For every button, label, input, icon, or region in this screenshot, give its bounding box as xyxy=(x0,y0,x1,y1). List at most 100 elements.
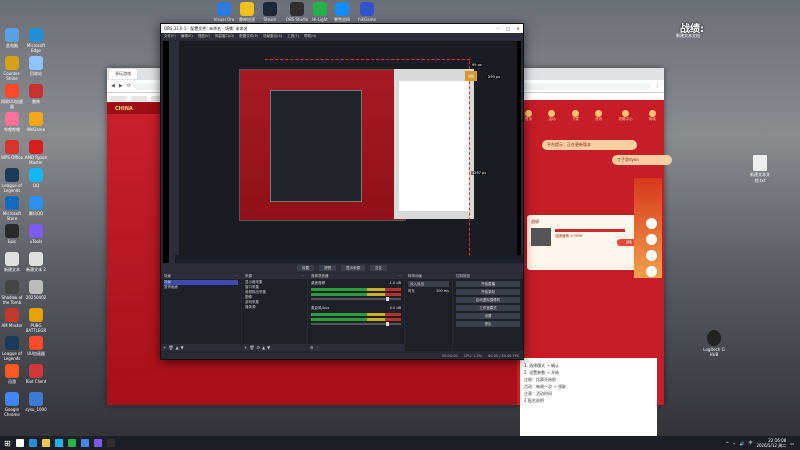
obs-menu-item[interactable]: 工具(T) xyxy=(287,34,299,39)
tool-button[interactable] xyxy=(646,266,657,277)
desktop-icon[interactable]: Shadow of the Tomb xyxy=(0,280,24,305)
notice-pill[interactable]: 平台提示：正在更新版本 xyxy=(542,140,637,150)
scene-item[interactable]: 暂停画面 xyxy=(164,285,238,290)
reload-icon[interactable]: ⟳ xyxy=(127,83,131,89)
down-icon[interactable]: ▼ xyxy=(181,345,184,350)
obs-mode-button[interactable]: 设置 xyxy=(297,265,314,271)
desktop-icon[interactable]: 暴雪战网 xyxy=(330,2,354,22)
control-button[interactable]: 开始直播 xyxy=(456,281,520,287)
network-icon[interactable]: ⌁ xyxy=(733,441,735,446)
taskbar-app-icon[interactable] xyxy=(15,439,24,447)
maximize-icon[interactable]: □ xyxy=(503,26,513,31)
taskbar-app-icon[interactable] xyxy=(80,439,89,447)
desktop-icon[interactable]: 网易UU加速器 xyxy=(0,84,24,109)
remove-icon[interactable]: 🗑 xyxy=(168,345,173,350)
obs-titlebar[interactable]: OBS 31.0.1 - 配置文件: 未命名 - 场景: 未命名 – □ ✕ xyxy=(161,24,523,33)
back-icon[interactable]: ◀ xyxy=(111,83,115,89)
desktop-icon[interactable]: 新建文本 xyxy=(0,252,24,272)
down-icon[interactable]: ▼ xyxy=(267,345,270,350)
obs-menu-item[interactable]: 视图(V) xyxy=(198,34,210,39)
obs-preview[interactable]: 战绩 99 px 299 px 1267 px xyxy=(163,41,523,263)
obs-mode-button[interactable]: 滤镜 xyxy=(319,265,336,271)
desktop-icon[interactable]: Microsoft Store xyxy=(0,196,24,221)
desktop-icon[interactable]: 雷神加速 xyxy=(235,2,259,22)
add-icon[interactable]: + xyxy=(163,345,166,350)
obs-menu-item[interactable]: 文件(F) xyxy=(164,34,176,39)
site-nav-item[interactable]: 下载 xyxy=(572,110,579,124)
windows-start-icon[interactable]: ⊞ xyxy=(4,439,11,448)
control-button[interactable]: 工作室模式 xyxy=(456,305,520,311)
desktop-icon[interactable]: Microsoft Edge xyxy=(24,28,48,53)
desktop-icon[interactable]: Google Chrome xyxy=(0,392,24,417)
user-pill[interactable]: 丁子里dyon xyxy=(612,155,672,165)
desktop-icon[interactable]: OBS Studio xyxy=(285,2,309,22)
clock[interactable]: 22:16:08 2026/5/12 周二 xyxy=(756,438,786,448)
desktop-icon[interactable]: uTools xyxy=(24,224,48,244)
desktop-icon[interactable]: QQ xyxy=(24,168,48,188)
desktop-icon[interactable]: 迅游 xyxy=(0,364,24,384)
desktop-icon[interactable]: Hi-Light xyxy=(308,2,332,22)
site-nav-item[interactable]: 资讯 xyxy=(595,110,602,124)
obs-menu-item[interactable]: 编辑(E) xyxy=(181,34,193,39)
remove-icon[interactable]: 🗑 xyxy=(249,345,254,350)
obs-window[interactable]: OBS 31.0.1 - 配置文件: 未命名 - 场景: 未命名 – □ ✕ 文… xyxy=(160,23,524,360)
desktop-icon[interactable]: sysu_1000 xyxy=(24,392,48,412)
desktop-icon[interactable]: 此电脑 xyxy=(0,28,24,48)
site-nav-item[interactable]: 首页 xyxy=(525,110,532,124)
notification-icon[interactable]: ▭ xyxy=(790,441,794,446)
bookmark-item[interactable] xyxy=(131,95,147,101)
desktop-icon[interactable]: AMD Ryzen Master xyxy=(24,140,48,165)
desktop-icon[interactable]: 新建文本 2 xyxy=(24,252,48,272)
taskbar-app-icon[interactable] xyxy=(28,439,37,447)
up-icon[interactable]: ▲ xyxy=(175,345,178,350)
obs-mode-button[interactable]: 显示来源 xyxy=(341,265,365,271)
desktop-icon[interactable]: AM Master xyxy=(0,308,24,328)
control-button[interactable]: 启动虚拟摄像机 xyxy=(456,297,520,303)
source-badge[interactable]: 战绩 xyxy=(465,71,477,81)
add-icon[interactable]: + xyxy=(244,345,247,350)
taskbar-app-icon[interactable] xyxy=(54,439,63,447)
chevron-up-icon[interactable]: ^ xyxy=(726,441,729,446)
minimize-icon[interactable]: – xyxy=(493,26,503,31)
control-button[interactable]: 开始录制 xyxy=(456,289,520,295)
desktop-icon[interactable]: hlkGame xyxy=(355,2,379,22)
control-button[interactable]: 设置 xyxy=(456,313,520,319)
tool-button[interactable] xyxy=(646,218,657,229)
volume-icon[interactable]: 🔊 xyxy=(739,441,744,446)
taskbar-app-icon[interactable] xyxy=(93,439,102,447)
dock-menu-icon[interactable]: ⋯ xyxy=(301,273,305,279)
volume-slider[interactable] xyxy=(311,297,401,301)
desktop-icon[interactable]: WPS Office xyxy=(0,140,24,160)
gear-icon[interactable]: ⚙ xyxy=(310,345,314,350)
bookmark-item[interactable] xyxy=(111,95,127,101)
desktop-icon[interactable]: 哔哩哔哩 xyxy=(0,112,24,132)
desktop-icon[interactable]: League of Legends xyxy=(0,336,24,361)
obs-menu-item[interactable]: 场景集合(S) xyxy=(263,34,282,39)
up-icon[interactable]: ▲ xyxy=(262,345,265,350)
desktop-icon-logitech[interactable]: Logitech G HUB xyxy=(700,330,728,357)
source-item[interactable]: 媒体源 xyxy=(245,305,304,310)
transition-select[interactable]: 淡入淡出 xyxy=(408,281,449,287)
control-button[interactable]: 退出 xyxy=(456,321,520,327)
desktop-icon-text-file[interactable]: 新建文本文档.txt xyxy=(748,155,772,184)
site-nav-item[interactable]: 攻略中心 xyxy=(618,110,632,124)
obs-menu-item[interactable]: 配置文件(P) xyxy=(239,34,258,39)
obs-menu-item[interactable]: 帮助(H) xyxy=(304,34,316,39)
desktop-icon[interactable]: Riot Client xyxy=(24,364,48,384)
dock-menu-icon[interactable]: ⋯ xyxy=(235,273,239,279)
desktop-icon[interactable]: UU加速器 xyxy=(24,336,48,356)
menu-icon[interactable]: ⋮ xyxy=(655,83,660,89)
obs-menu-item[interactable]: 停靠窗口(D) xyxy=(215,34,234,39)
obs-mode-button[interactable]: 交互 xyxy=(370,265,387,271)
desktop-icon[interactable]: 回收站 xyxy=(24,56,48,76)
dock-menu-icon[interactable]: ⋯ xyxy=(398,273,402,279)
desktop-icon[interactable]: 腾讯QQ xyxy=(24,196,48,216)
desktop-icon[interactable]: Epic xyxy=(0,224,24,244)
desktop-icon[interactable]: Counter-Strike xyxy=(0,56,24,81)
desktop-icon[interactable]: 雷神 xyxy=(24,84,48,104)
desktop-icon[interactable]: PUBG BATTLEGR xyxy=(24,308,48,333)
desktop-icon[interactable]: Steam xyxy=(258,2,282,22)
browser-tab[interactable]: 多玩游戏 xyxy=(109,69,137,79)
desktop-icon[interactable]: WeGame xyxy=(24,112,48,132)
taskbar-app-icon[interactable] xyxy=(67,439,76,447)
